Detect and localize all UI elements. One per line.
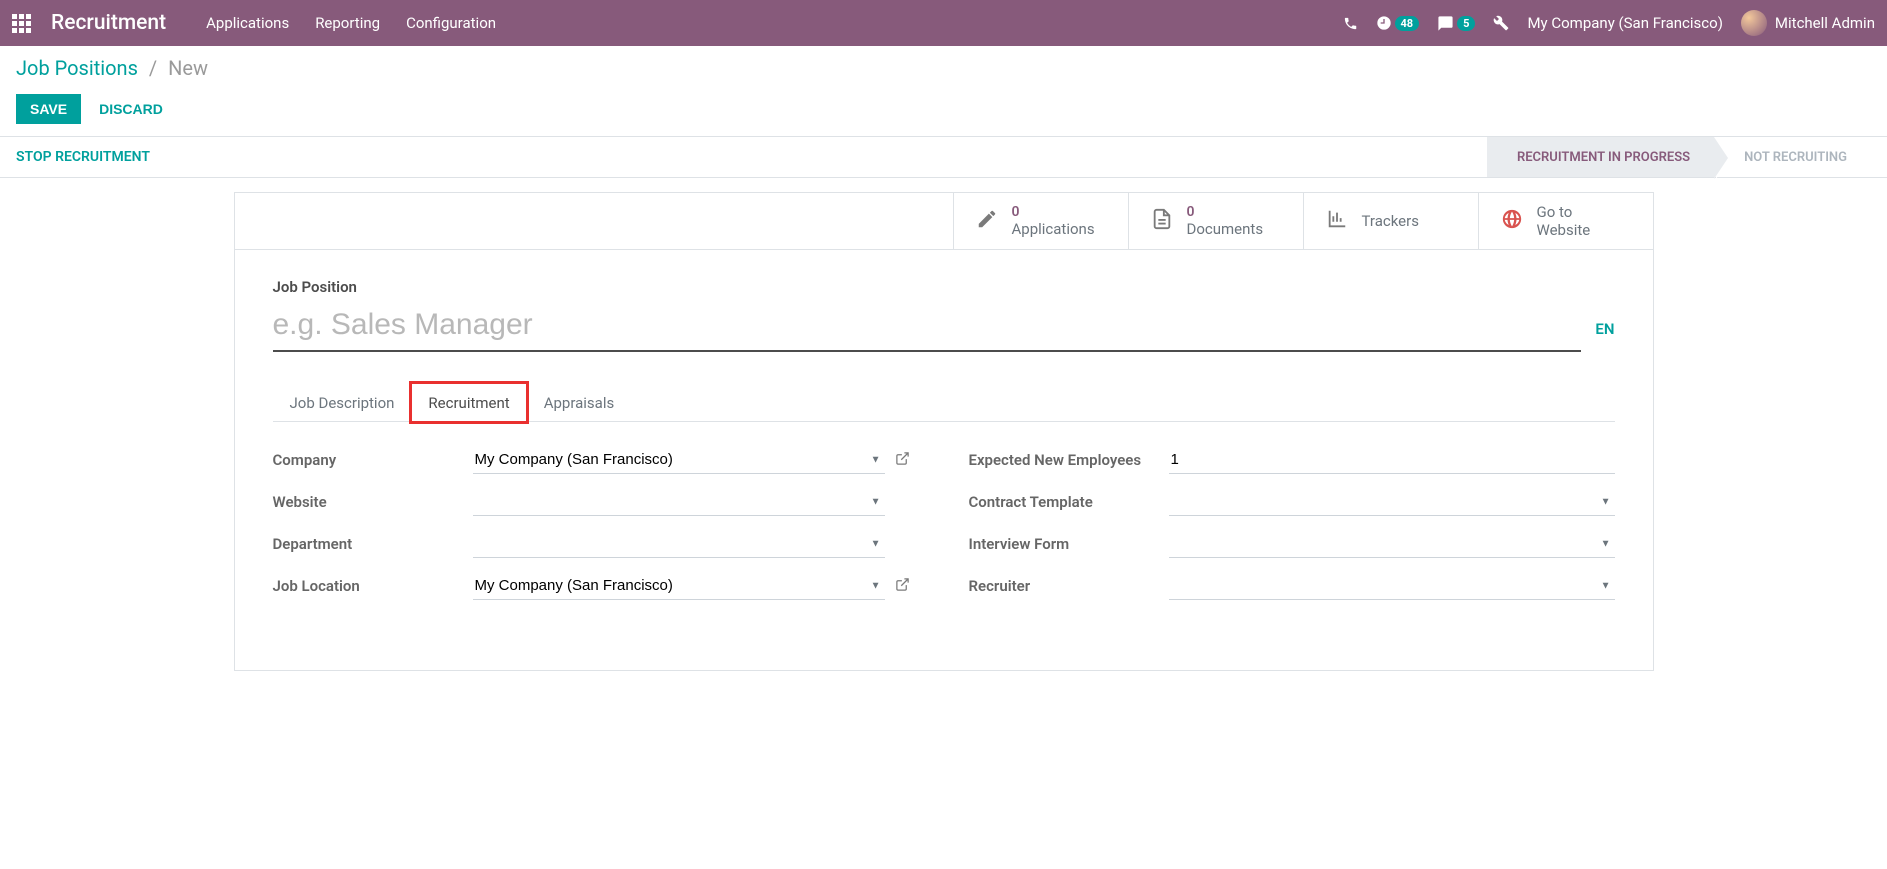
stat-website[interactable]: Go to Website	[1478, 193, 1653, 249]
stat-applications[interactable]: 0 Applications	[953, 193, 1128, 249]
user-name: Mitchell Admin	[1775, 14, 1875, 32]
stat-buttons: 0 Applications 0 Documents Trackers	[235, 193, 1653, 250]
stat-documents[interactable]: 0 Documents	[1128, 193, 1303, 249]
website-label: Website	[273, 493, 463, 511]
menu-applications[interactable]: Applications	[206, 14, 289, 32]
stat-trackers[interactable]: Trackers	[1303, 193, 1478, 249]
form-actions: SAVE DISCARD	[16, 94, 1871, 124]
form-sheet: 0 Applications 0 Documents Trackers	[234, 192, 1654, 671]
department-label: Department	[273, 535, 463, 553]
company-external-link-icon[interactable]	[895, 451, 919, 470]
website-field[interactable]	[473, 488, 885, 516]
debug-icon[interactable]	[1493, 15, 1509, 31]
form-tabs: Job Description Recruitment Appraisals	[273, 382, 1615, 422]
language-toggle[interactable]: EN	[1595, 320, 1614, 352]
breadcrumb-current: New	[168, 56, 208, 80]
recruiter-label: Recruiter	[969, 577, 1159, 595]
document-icon	[1151, 208, 1173, 234]
menu-reporting[interactable]: Reporting	[315, 14, 380, 32]
company-field[interactable]	[473, 446, 885, 474]
contract-template-field[interactable]	[1169, 488, 1615, 516]
top-nav: Recruitment Applications Reporting Confi…	[0, 0, 1887, 46]
control-panel: Job Positions / New SAVE DISCARD	[0, 46, 1887, 136]
breadcrumb: Job Positions / New	[16, 56, 1871, 80]
tab-appraisals[interactable]: Appraisals	[527, 383, 632, 422]
messages-badge: 5	[1457, 16, 1475, 31]
company-label: Company	[273, 451, 463, 469]
activity-icon[interactable]: 48	[1376, 15, 1420, 31]
contract-template-label: Contract Template	[969, 493, 1159, 511]
user-menu[interactable]: Mitchell Admin	[1741, 10, 1875, 36]
expected-employees-field[interactable]	[1169, 446, 1615, 474]
tab-job-description[interactable]: Job Description	[273, 383, 412, 422]
job-location-external-link-icon[interactable]	[895, 577, 919, 596]
status-bar: STOP RECRUITMENT RECRUITMENT IN PROGRESS…	[0, 136, 1887, 178]
stage-not-recruiting[interactable]: NOT RECRUITING	[1714, 137, 1871, 177]
globe-icon	[1501, 208, 1523, 234]
breadcrumb-root[interactable]: Job Positions	[16, 56, 138, 80]
menu-configuration[interactable]: Configuration	[406, 14, 496, 32]
stat-applications-label: Applications	[1012, 220, 1095, 238]
company-selector[interactable]: My Company (San Francisco)	[1527, 14, 1722, 32]
discard-button[interactable]: DISCARD	[99, 101, 163, 117]
recruiter-field[interactable]	[1169, 572, 1615, 600]
stage-tracker: RECRUITMENT IN PROGRESS NOT RECRUITING	[1487, 137, 1871, 177]
stat-website-line1: Go to	[1537, 203, 1591, 221]
job-position-input[interactable]	[273, 302, 1582, 352]
stage-recruitment-in-progress[interactable]: RECRUITMENT IN PROGRESS	[1487, 137, 1714, 177]
stat-documents-label: Documents	[1187, 220, 1264, 238]
interview-form-label: Interview Form	[969, 535, 1159, 553]
recruitment-tab-content: Company ▼ Website ▼ Department	[273, 422, 1615, 640]
job-location-field[interactable]	[473, 572, 885, 600]
stat-documents-count: 0	[1187, 204, 1264, 220]
job-location-label: Job Location	[273, 577, 463, 595]
pencil-icon	[976, 208, 998, 234]
save-button[interactable]: SAVE	[16, 94, 81, 124]
phone-icon[interactable]	[1343, 16, 1358, 31]
stat-applications-count: 0	[1012, 204, 1095, 220]
activity-badge: 48	[1395, 16, 1420, 31]
expected-employees-label: Expected New Employees	[969, 451, 1159, 469]
apps-icon[interactable]	[12, 14, 31, 33]
department-field[interactable]	[473, 530, 885, 558]
stat-trackers-label: Trackers	[1362, 212, 1419, 230]
stop-recruitment-button[interactable]: STOP RECRUITMENT	[16, 149, 150, 165]
chart-icon	[1326, 208, 1348, 234]
avatar	[1741, 10, 1767, 36]
messages-icon[interactable]: 5	[1437, 15, 1475, 32]
job-position-label: Job Position	[273, 278, 1615, 296]
brand-title[interactable]: Recruitment	[51, 11, 166, 35]
tab-recruitment[interactable]: Recruitment	[411, 383, 526, 422]
interview-form-field[interactable]	[1169, 530, 1615, 558]
stat-website-line2: Website	[1537, 221, 1591, 239]
nav-right: 48 5 My Company (San Francisco) Mitchell…	[1343, 10, 1876, 36]
main-menu: Applications Reporting Configuration	[206, 14, 496, 32]
